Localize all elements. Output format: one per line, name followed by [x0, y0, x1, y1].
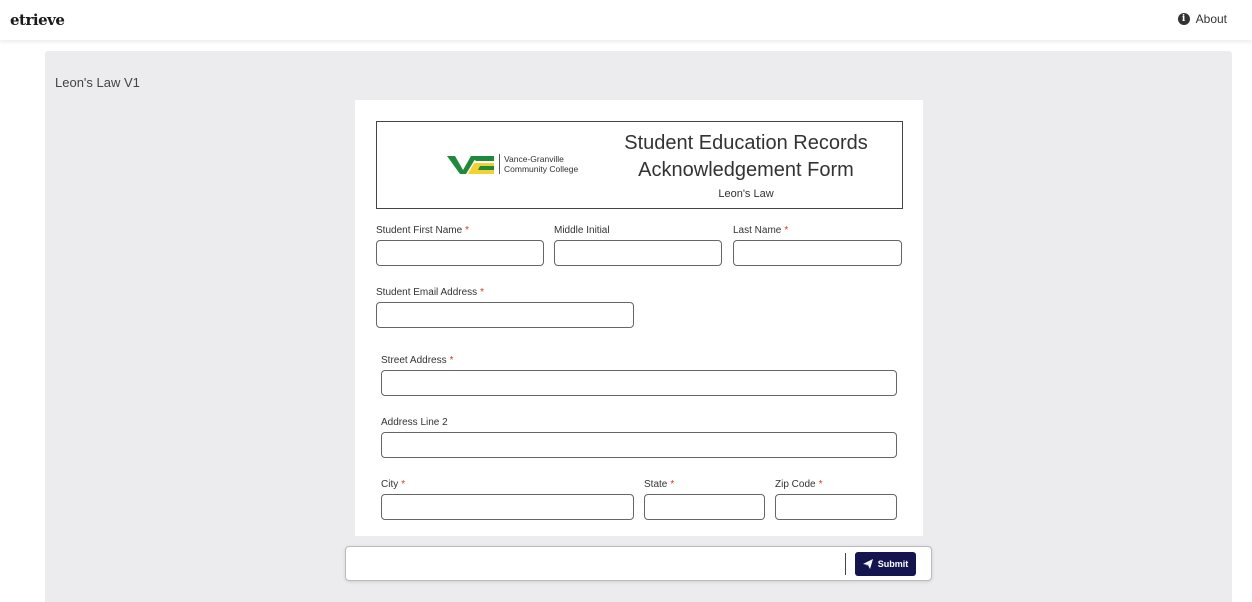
submit-divider	[845, 553, 846, 575]
middle-initial-input[interactable]	[554, 240, 722, 266]
form-header: Vance-Granville Community College Studen…	[376, 121, 903, 209]
email-input[interactable]	[376, 302, 634, 328]
required-marker: *	[784, 225, 789, 236]
form-panel: Leon's Law V1 Vance-Granville Community …	[45, 51, 1232, 602]
college-logo: Vance-Granville Community College	[447, 152, 578, 176]
address-line-2-label: Address Line 2	[381, 417, 448, 428]
street-address-label: Street Address *	[381, 355, 454, 366]
city-label: City *	[381, 479, 406, 490]
vgcc-logo-mark	[447, 156, 494, 174]
required-marker: *	[401, 479, 406, 490]
required-marker: *	[480, 287, 485, 298]
app-logo: etrieve	[10, 11, 65, 29]
last-name-input[interactable]	[733, 240, 902, 266]
street-address-input[interactable]	[381, 370, 897, 396]
submit-bar: Submit	[345, 546, 932, 581]
email-label: Student Email Address *	[376, 287, 485, 298]
middle-initial-label: Middle Initial	[554, 225, 610, 236]
paper-plane-icon	[862, 559, 873, 569]
logo-divider	[499, 154, 500, 174]
form-card: Vance-Granville Community College Studen…	[355, 100, 923, 536]
required-marker: *	[449, 355, 454, 366]
about-label: About	[1195, 12, 1227, 26]
submit-label: Submit	[877, 559, 909, 569]
required-marker: *	[670, 479, 675, 490]
college-name: Vance-Granville Community College	[504, 154, 579, 174]
first-name-label: Student First Name *	[376, 225, 470, 236]
city-input[interactable]	[381, 494, 634, 520]
zip-code-input[interactable]	[775, 494, 897, 520]
zip-code-label: Zip Code *	[775, 479, 823, 490]
info-circle-icon: i	[1177, 13, 1190, 25]
required-marker: *	[465, 225, 470, 236]
panel-title: Leon's Law V1	[55, 75, 140, 90]
form-subtitle: Leon's Law	[718, 188, 774, 200]
required-marker: *	[818, 479, 823, 490]
address-line-2-input[interactable]	[381, 432, 897, 458]
state-input[interactable]	[644, 494, 765, 520]
first-name-input[interactable]	[376, 240, 544, 266]
top-bar: etrieve i About	[0, 0, 1252, 40]
about-link[interactable]: i About	[1177, 12, 1227, 26]
last-name-label: Last Name *	[733, 225, 789, 236]
form-title: Student Education Records Acknowledgemen…	[624, 132, 868, 181]
submit-button[interactable]: Submit	[855, 552, 916, 576]
state-label: State *	[644, 479, 675, 490]
